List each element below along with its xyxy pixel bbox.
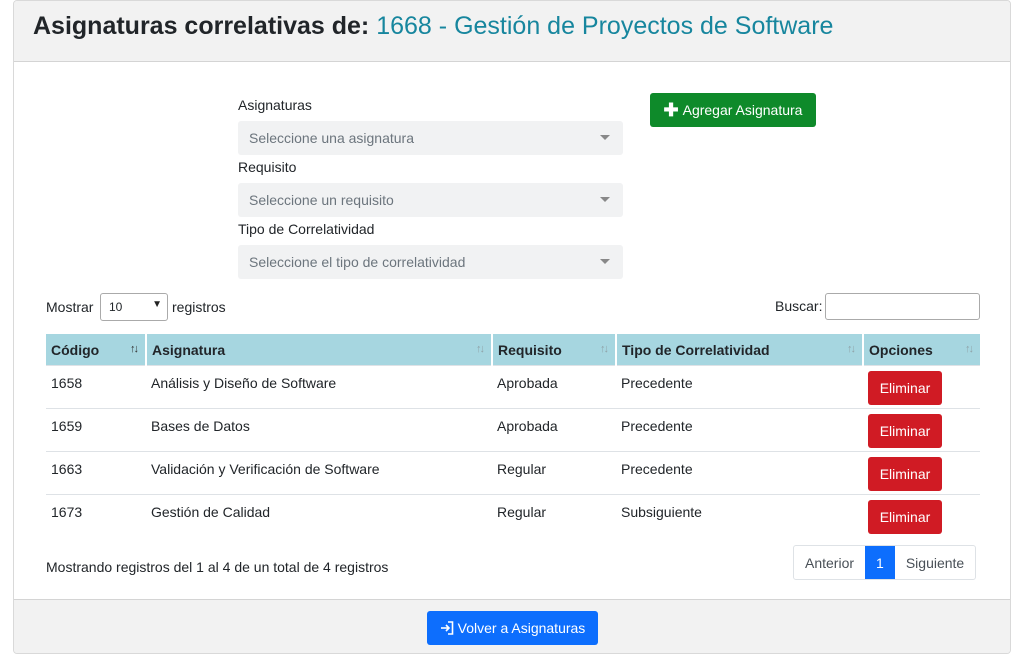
card-footer: Volver a Asignaturas: [14, 599, 1010, 653]
delete-button[interactable]: Eliminar: [868, 371, 942, 405]
sort-icon: ↑↓: [600, 343, 609, 355]
correlativas-card: Asignaturas correlativas de: 1668 - Gest…: [13, 0, 1011, 654]
add-subject-label: Agregar Asignatura: [682, 102, 803, 118]
table-info: Mostrando registros del 1 al 4 de un tot…: [46, 559, 389, 575]
chevron-down-icon: [600, 259, 610, 264]
sort-icon: ↑↓: [476, 343, 485, 355]
cell-asignatura: Validación y Verificación de Software: [146, 451, 492, 495]
requisito-select[interactable]: Seleccione un requisito: [238, 183, 623, 217]
cell-opciones: Eliminar: [863, 408, 980, 452]
cell-opciones: Eliminar: [863, 494, 980, 537]
tipo-text: Subsiguiente: [621, 504, 702, 520]
back-to-subjects-button[interactable]: Volver a Asignaturas: [427, 611, 598, 645]
cell-codigo: 1659: [46, 408, 146, 452]
cell-tipo: Precedente: [616, 408, 863, 452]
page-length-value: 10: [109, 300, 123, 314]
records-label: registros: [172, 299, 226, 315]
codigo-text: 1659: [51, 418, 83, 434]
show-label: Mostrar: [46, 299, 94, 315]
search-label: Buscar:: [775, 298, 823, 314]
page-length-select[interactable]: 10 ▼: [100, 293, 168, 321]
tipo-text: Precedente: [621, 461, 693, 477]
sign-in-icon: [440, 621, 453, 635]
cell-tipo: Precedente: [616, 365, 863, 409]
cell-tipo: Precedente: [616, 451, 863, 495]
tipo-placeholder: Seleccione el tipo de correlatividad: [249, 254, 466, 270]
search-input[interactable]: [825, 293, 980, 320]
column-header-asignatura[interactable]: Asignatura ↑↓: [146, 334, 493, 366]
pagination: Anterior 1 Siguiente: [793, 545, 977, 580]
pagination-next[interactable]: Siguiente: [895, 546, 975, 579]
cell-asignatura: Análisis y Diseño de Software: [146, 365, 492, 409]
cell-opciones: Eliminar: [863, 451, 980, 495]
plus-icon: ✚: [663, 100, 679, 120]
chevron-down-icon: ▼: [152, 299, 162, 310]
table-row: 1658 Análisis y Diseño de Software Aprob…: [46, 365, 980, 409]
asignatura-text: Análisis y Diseño de Software: [151, 375, 337, 391]
cell-requisito: Aprobada: [492, 365, 616, 409]
delete-button[interactable]: Eliminar: [868, 457, 942, 491]
tipo-correlatividad-select[interactable]: Seleccione el tipo de correlatividad: [238, 245, 623, 279]
cell-codigo: 1663: [46, 451, 146, 495]
codigo-text: 1663: [51, 461, 83, 477]
sort-icon: ↑↓: [965, 343, 974, 355]
cell-asignatura: Bases de Datos: [146, 408, 492, 452]
correlativas-table: Código ↑↓ Asignatura ↑↓ Requisito ↑↓ Tip…: [46, 334, 980, 537]
page-title: Asignaturas correlativas de: 1668 - Gest…: [33, 12, 833, 41]
cell-opciones: Eliminar: [863, 365, 980, 409]
column-label: Opciones: [869, 341, 933, 358]
tipo-text: Precedente: [621, 418, 693, 434]
add-subject-button[interactable]: ✚ Agregar Asignatura: [650, 93, 816, 127]
chevron-down-icon: [600, 135, 610, 140]
asignatura-text: Validación y Verificación de Software: [151, 461, 380, 477]
subject-name: Gestión de Proyectos de Software: [454, 12, 834, 40]
requisito-text: Aprobada: [497, 418, 558, 434]
table-header-row: Código ↑↓ Asignatura ↑↓ Requisito ↑↓ Tip…: [46, 334, 980, 366]
codigo-text: 1658: [51, 375, 83, 391]
codigo-text: 1673: [51, 504, 83, 520]
table-row: 1659 Bases de Datos Aprobada Precedente …: [46, 408, 980, 452]
back-button-label: Volver a Asignaturas: [457, 620, 586, 636]
column-label: Asignatura: [152, 341, 226, 358]
asignatura-text: Bases de Datos: [151, 418, 250, 434]
sort-asc-icon: ↑↓: [130, 343, 139, 355]
delete-button[interactable]: Eliminar: [868, 414, 942, 448]
cell-codigo: 1658: [46, 365, 146, 409]
asignaturas-label: Asignaturas: [238, 97, 312, 113]
column-header-requisito[interactable]: Requisito ↑↓: [492, 334, 617, 366]
requisito-text: Regular: [497, 504, 547, 520]
column-header-opciones[interactable]: Opciones ↑↓: [863, 334, 980, 366]
requisito-placeholder: Seleccione un requisito: [249, 192, 394, 208]
asignaturas-select[interactable]: Seleccione una asignatura: [238, 121, 623, 155]
title-prefix: Asignaturas correlativas de:: [33, 12, 370, 40]
card-header: Asignaturas correlativas de: 1668 - Gest…: [14, 1, 1010, 62]
column-header-codigo[interactable]: Código ↑↓: [46, 334, 147, 366]
cell-tipo: Subsiguiente: [616, 494, 863, 537]
column-label: Código: [51, 341, 100, 358]
cell-requisito: Aprobada: [492, 408, 616, 452]
table-row: 1673 Gestión de Calidad Regular Subsigui…: [46, 494, 980, 537]
tipo-label: Tipo de Correlatividad: [238, 221, 375, 237]
asignatura-text: Gestión de Calidad: [151, 504, 271, 520]
title-separator: -: [438, 12, 448, 40]
requisito-text: Aprobada: [497, 375, 558, 391]
column-header-tipo[interactable]: Tipo de Correlatividad ↑↓: [616, 334, 864, 366]
column-label: Tipo de Correlatividad: [622, 341, 770, 358]
cell-asignatura: Gestión de Calidad: [146, 494, 492, 537]
pagination-page-1[interactable]: 1: [865, 546, 895, 579]
pagination-previous[interactable]: Anterior: [794, 546, 865, 579]
cell-requisito: Regular: [492, 494, 616, 537]
cell-requisito: Regular: [492, 451, 616, 495]
delete-button[interactable]: Eliminar: [868, 500, 942, 534]
requisito-label: Requisito: [238, 159, 297, 175]
requisito-text: Regular: [497, 461, 547, 477]
tipo-text: Precedente: [621, 375, 693, 391]
asignaturas-placeholder: Seleccione una asignatura: [249, 130, 415, 146]
column-label: Requisito: [498, 341, 562, 358]
table-row: 1663 Validación y Verificación de Softwa…: [46, 451, 980, 495]
sort-icon: ↑↓: [847, 343, 856, 355]
cell-codigo: 1673: [46, 494, 146, 537]
chevron-down-icon: [600, 197, 610, 202]
subject-code: 1668: [376, 12, 432, 40]
